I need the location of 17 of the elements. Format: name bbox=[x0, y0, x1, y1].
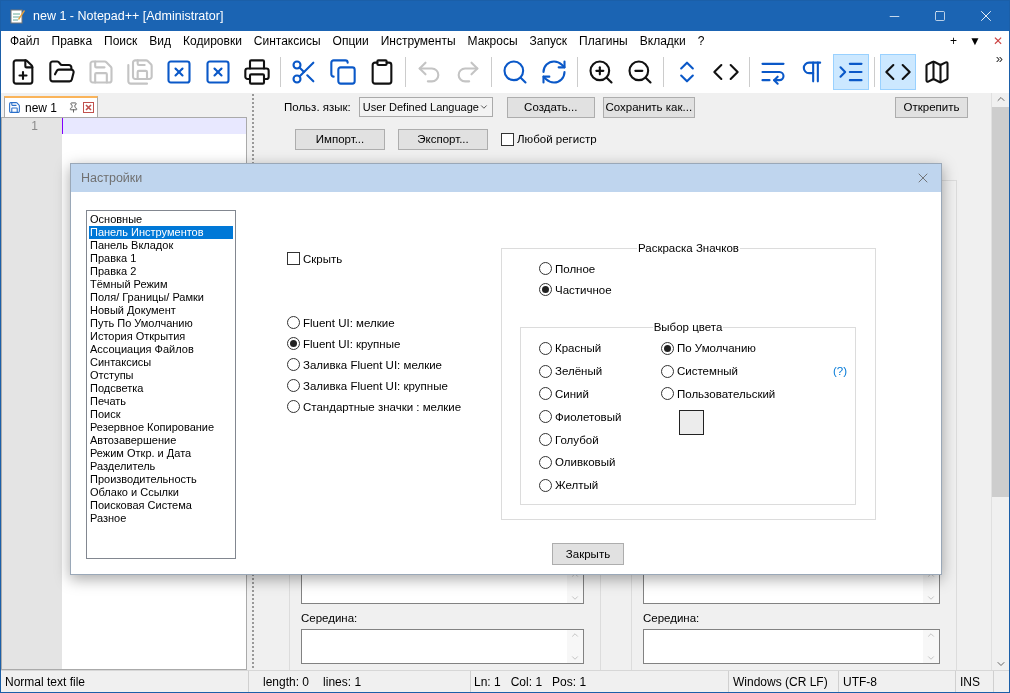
field-label: Середина: bbox=[643, 612, 701, 624]
encoding-status: UTF-8 bbox=[843, 674, 877, 689]
group-title: Раскраска Значков bbox=[637, 242, 740, 254]
line-ending-status: Windows (CR LF) bbox=[733, 674, 828, 689]
window-title: new 1 - Notepad++ [Administrator] bbox=[33, 9, 225, 23]
dialog-title: Настройки bbox=[81, 171, 144, 185]
insert-mode-status: INS bbox=[960, 674, 980, 689]
length-status: length: 0 bbox=[263, 674, 310, 689]
line-number: 1 bbox=[30, 118, 39, 134]
column-status: Col: 1 bbox=[510, 674, 543, 689]
file-type-status: Normal text file bbox=[5, 674, 86, 689]
position-status: Pos: 1 bbox=[552, 674, 587, 689]
group-title: Выбор цвета bbox=[652, 321, 724, 333]
language-label: Польз. язык: bbox=[284, 101, 351, 113]
field-label: Середина: bbox=[301, 612, 359, 624]
line-status: Ln: 1 bbox=[474, 674, 501, 689]
lines-status: lines: 1 bbox=[323, 674, 362, 689]
